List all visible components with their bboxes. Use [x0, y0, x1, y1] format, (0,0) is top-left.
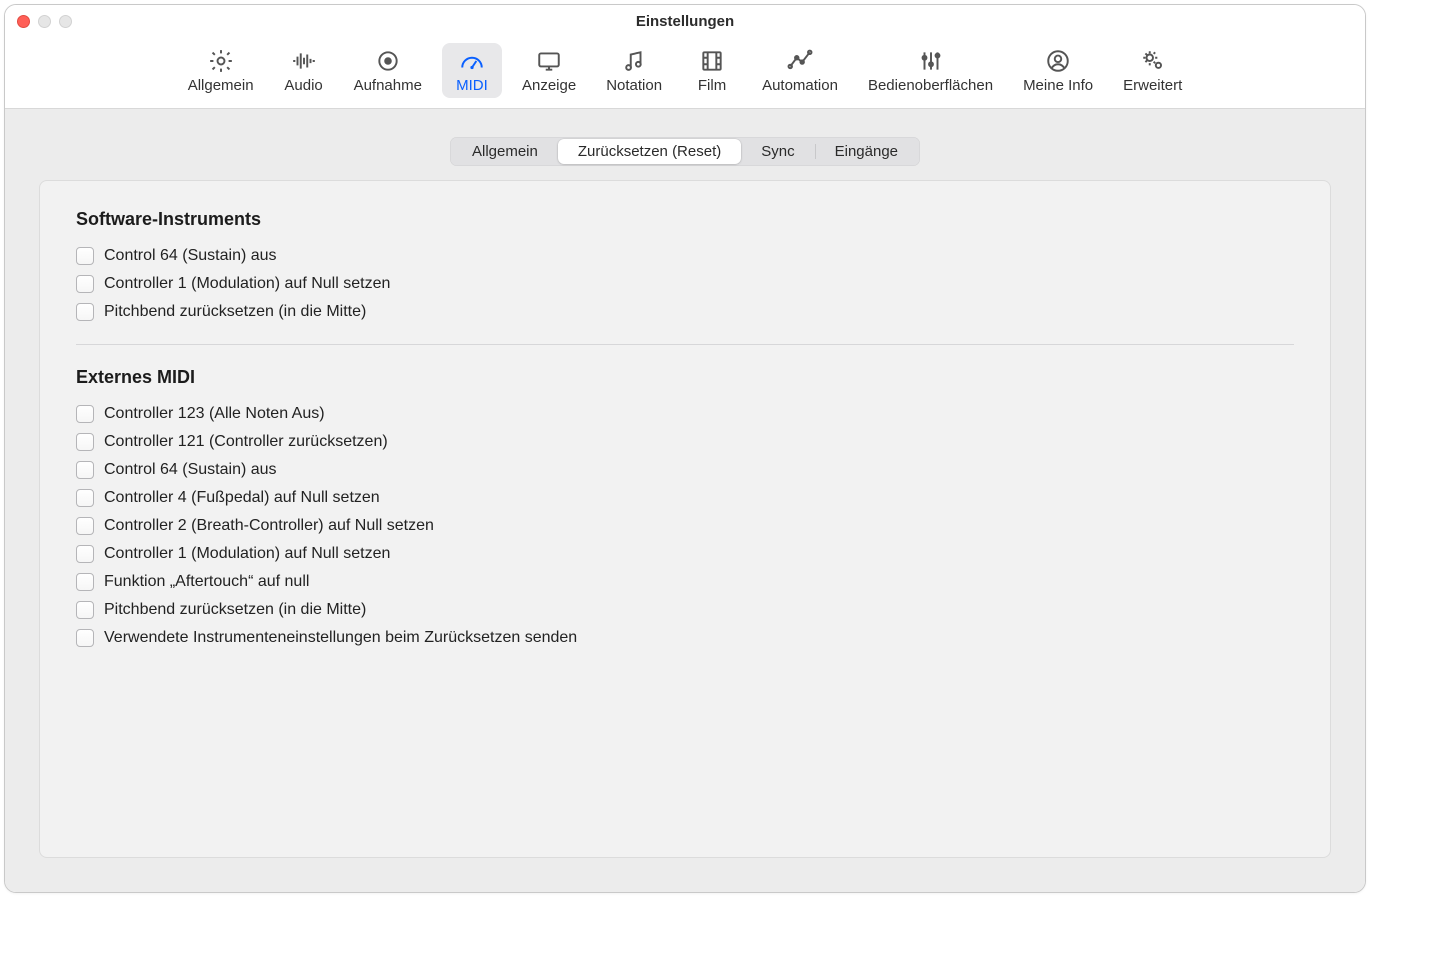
preferences-toolbar: Allgemein Audio Aufnahme MIDI Anzeige — [5, 37, 1365, 109]
toolbar-item-audio[interactable]: Audio — [274, 43, 334, 98]
titlebar: Einstellungen — [5, 5, 1365, 37]
toolbar-item-label: Film — [698, 77, 726, 94]
tab-label: Allgemein — [472, 143, 538, 160]
section-divider — [76, 344, 1294, 345]
checkbox-ext-modulation-zero[interactable] — [76, 545, 94, 563]
toolbar-item-control-surfaces[interactable]: Bedienoberflächen — [858, 43, 1003, 98]
checkbox-label: Control 64 (Sustain) aus — [104, 247, 277, 265]
toolbar-item-movie[interactable]: Film — [682, 43, 742, 98]
checkbox-label: Verwendete Instrumenteneinstellungen bei… — [104, 629, 577, 647]
checkbox-row: Controller 121 (Controller zurücksetzen) — [76, 428, 1294, 456]
section-title-software-instruments: Software-Instruments — [76, 209, 1294, 230]
section-title-external-midi: Externes MIDI — [76, 367, 1294, 388]
tab-sync[interactable]: Sync — [741, 139, 814, 164]
checkbox-row: Controller 1 (Modulation) auf Null setze… — [76, 270, 1294, 298]
film-icon — [696, 47, 728, 75]
checkbox-label: Controller 121 (Controller zurücksetzen) — [104, 433, 388, 451]
toolbar-item-advanced[interactable]: Erweitert — [1113, 43, 1192, 98]
checkbox-sw-pitchbend-reset[interactable] — [76, 303, 94, 321]
music-notes-icon — [618, 47, 650, 75]
toolbar-item-label: Audio — [284, 77, 322, 94]
toolbar-item-my-info[interactable]: Meine Info — [1013, 43, 1103, 98]
tab-inputs[interactable]: Eingänge — [815, 139, 918, 164]
tab-allgemein[interactable]: Allgemein — [452, 139, 558, 164]
checkbox-ext-pitchbend-reset[interactable] — [76, 601, 94, 619]
checkbox-label: Controller 1 (Modulation) auf Null setze… — [104, 545, 390, 563]
checkbox-ext-send-instrument-settings[interactable] — [76, 629, 94, 647]
checkbox-label: Control 64 (Sustain) aus — [104, 461, 277, 479]
checkbox-row: Controller 4 (Fußpedal) auf Null setzen — [76, 484, 1294, 512]
checkbox-row: Verwendete Instrumenteneinstellungen bei… — [76, 624, 1294, 652]
gear-icon — [205, 47, 237, 75]
checkbox-row: Controller 2 (Breath-Controller) auf Nul… — [76, 512, 1294, 540]
checkbox-row: Pitchbend zurücksetzen (in die Mitte) — [76, 596, 1294, 624]
toolbar-item-label: Erweitert — [1123, 77, 1182, 94]
checkbox-sw-sustain-off[interactable] — [76, 247, 94, 265]
checkbox-label: Controller 4 (Fußpedal) auf Null setzen — [104, 489, 380, 507]
toolbar-item-label: Anzeige — [522, 77, 576, 94]
toolbar-item-label: Aufnahme — [354, 77, 422, 94]
toolbar-item-score[interactable]: Notation — [596, 43, 672, 98]
toolbar-item-record[interactable]: Aufnahme — [344, 43, 432, 98]
tab-label: Zurücksetzen (Reset) — [578, 143, 721, 160]
checkbox-row: Funktion „Aftertouch“ auf null — [76, 568, 1294, 596]
traffic-lights — [17, 15, 72, 28]
settings-panel: Software-Instruments Control 64 (Sustain… — [39, 180, 1331, 858]
checkbox-label: Funktion „Aftertouch“ auf null — [104, 573, 309, 591]
checkbox-ext-aftertouch-zero[interactable] — [76, 573, 94, 591]
toolbar-item-label: Allgemein — [188, 77, 254, 94]
checkbox-label: Pitchbend zurücksetzen (in die Mitte) — [104, 303, 366, 321]
checkbox-sw-modulation-zero[interactable] — [76, 275, 94, 293]
toolbar-item-label: Notation — [606, 77, 662, 94]
person-circle-icon — [1042, 47, 1074, 75]
checkbox-label: Controller 1 (Modulation) auf Null setze… — [104, 275, 390, 293]
minimize-window-button[interactable] — [38, 15, 51, 28]
midi-gauge-icon — [456, 47, 488, 75]
waveform-icon — [288, 47, 320, 75]
toolbar-item-label: MIDI — [456, 77, 488, 94]
gears-icon — [1137, 47, 1169, 75]
close-window-button[interactable] — [17, 15, 30, 28]
checkbox-label: Pitchbend zurücksetzen (in die Mitte) — [104, 601, 366, 619]
checkbox-label: Controller 123 (Alle Noten Aus) — [104, 405, 325, 423]
toolbar-item-display[interactable]: Anzeige — [512, 43, 586, 98]
checkbox-row: Control 64 (Sustain) aus — [76, 242, 1294, 270]
toolbar-item-label: Automation — [762, 77, 838, 94]
monitor-icon — [533, 47, 565, 75]
checkbox-ext-breath-zero[interactable] — [76, 517, 94, 535]
checkbox-row: Controller 1 (Modulation) auf Null setze… — [76, 540, 1294, 568]
tab-label: Sync — [761, 143, 794, 160]
checkbox-ext-controller-123[interactable] — [76, 405, 94, 423]
window-title: Einstellungen — [5, 13, 1365, 30]
checkbox-row: Pitchbend zurücksetzen (in die Mitte) — [76, 298, 1294, 326]
toolbar-item-label: Meine Info — [1023, 77, 1093, 94]
checkbox-ext-sustain-off[interactable] — [76, 461, 94, 479]
automation-curve-icon — [784, 47, 816, 75]
tab-reset[interactable]: Zurücksetzen (Reset) — [558, 139, 741, 164]
preferences-window: Einstellungen Allgemein Audio Aufnahme — [4, 4, 1366, 893]
tab-label: Eingänge — [835, 143, 898, 160]
toolbar-item-label: Bedienoberflächen — [868, 77, 993, 94]
sliders-icon — [915, 47, 947, 75]
zoom-window-button[interactable] — [59, 15, 72, 28]
checkbox-ext-controller-121[interactable] — [76, 433, 94, 451]
midi-sub-tabs: Allgemein Zurücksetzen (Reset) Sync Eing… — [450, 137, 920, 166]
content-area: Allgemein Zurücksetzen (Reset) Sync Eing… — [5, 109, 1365, 892]
record-icon — [372, 47, 404, 75]
checkbox-ext-footpedal-zero[interactable] — [76, 489, 94, 507]
toolbar-item-automation[interactable]: Automation — [752, 43, 848, 98]
checkbox-row: Control 64 (Sustain) aus — [76, 456, 1294, 484]
toolbar-item-midi[interactable]: MIDI — [442, 43, 502, 98]
checkbox-label: Controller 2 (Breath-Controller) auf Nul… — [104, 517, 434, 535]
checkbox-row: Controller 123 (Alle Noten Aus) — [76, 400, 1294, 428]
toolbar-item-general[interactable]: Allgemein — [178, 43, 264, 98]
